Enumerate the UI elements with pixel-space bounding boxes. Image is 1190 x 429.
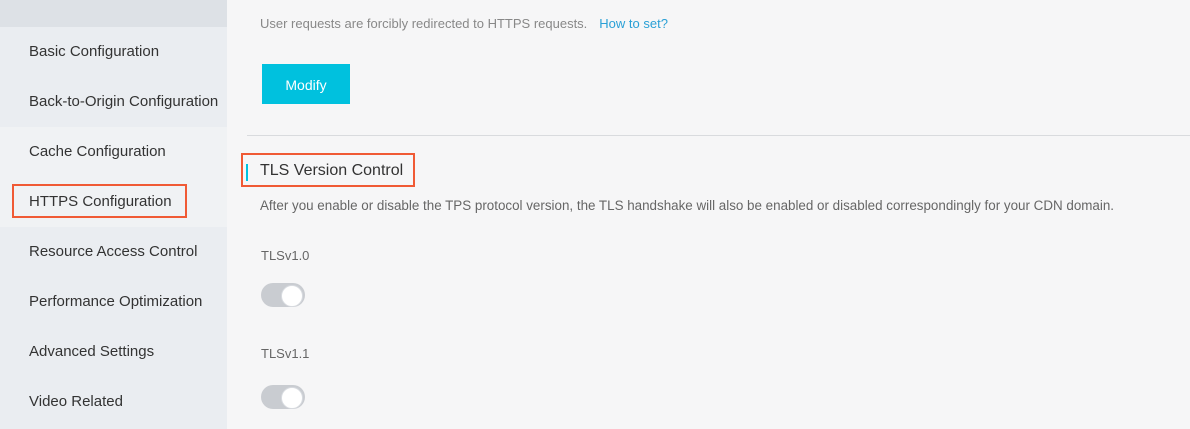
page: Basic Configuration Back-to-Origin Confi…: [0, 0, 1190, 429]
sidebar-item-back-to-origin-configuration[interactable]: Back-to-Origin Configuration: [0, 77, 227, 127]
tls-version-label: TLSv1.0: [261, 248, 310, 263]
how-to-set-link[interactable]: How to set?: [599, 16, 668, 31]
sidebar-item-resource-access-control[interactable]: Resource Access Control: [0, 227, 227, 277]
toggle-knob: [281, 387, 303, 409]
section-description: After you enable or disable the TPS prot…: [260, 198, 1115, 213]
section-title: TLS Version Control: [260, 162, 404, 179]
sidebar-item-label: Back-to-Origin Configuration: [29, 93, 219, 110]
sidebar-item-label: Video Related: [29, 393, 123, 410]
main-content: User requests are forcibly redirected to…: [227, 0, 1190, 429]
sidebar-item-label: Resource Access Control: [29, 243, 198, 260]
sidebar: Basic Configuration Back-to-Origin Confi…: [0, 0, 227, 429]
sidebar-item-label: Cache Configuration: [29, 143, 166, 160]
section-accent-bar: [246, 164, 248, 181]
tlsv1-0-toggle[interactable]: [261, 283, 305, 307]
tlsv1-1-toggle[interactable]: [261, 385, 305, 409]
sidebar-item-label: Basic Configuration: [29, 43, 160, 60]
modify-button[interactable]: Modify: [262, 64, 350, 104]
sidebar-item-advanced-settings[interactable]: Advanced Settings: [0, 327, 227, 377]
sidebar-item-cache-configuration[interactable]: Cache Configuration: [0, 127, 227, 177]
force-redirect-description: User requests are forcibly redirected to…: [260, 16, 588, 31]
sidebar-item-label: Advanced Settings: [29, 343, 155, 360]
sidebar-item-performance-optimization[interactable]: Performance Optimization: [0, 277, 227, 327]
sidebar-item-label: Performance Optimization: [29, 293, 203, 310]
tls-version-label: TLSv1.1: [261, 346, 310, 361]
sidebar-item-label: HTTPS Configuration: [29, 193, 172, 210]
force-redirect-description-row: User requests are forcibly redirected to…: [260, 16, 668, 31]
sidebar-header: [0, 0, 227, 27]
section-divider: [247, 135, 1190, 136]
toggle-knob: [281, 285, 303, 307]
sidebar-item-video-related[interactable]: Video Related: [0, 377, 227, 427]
sidebar-item-basic-configuration[interactable]: Basic Configuration: [0, 27, 227, 77]
sidebar-item-https-configuration[interactable]: HTTPS Configuration: [0, 177, 227, 227]
